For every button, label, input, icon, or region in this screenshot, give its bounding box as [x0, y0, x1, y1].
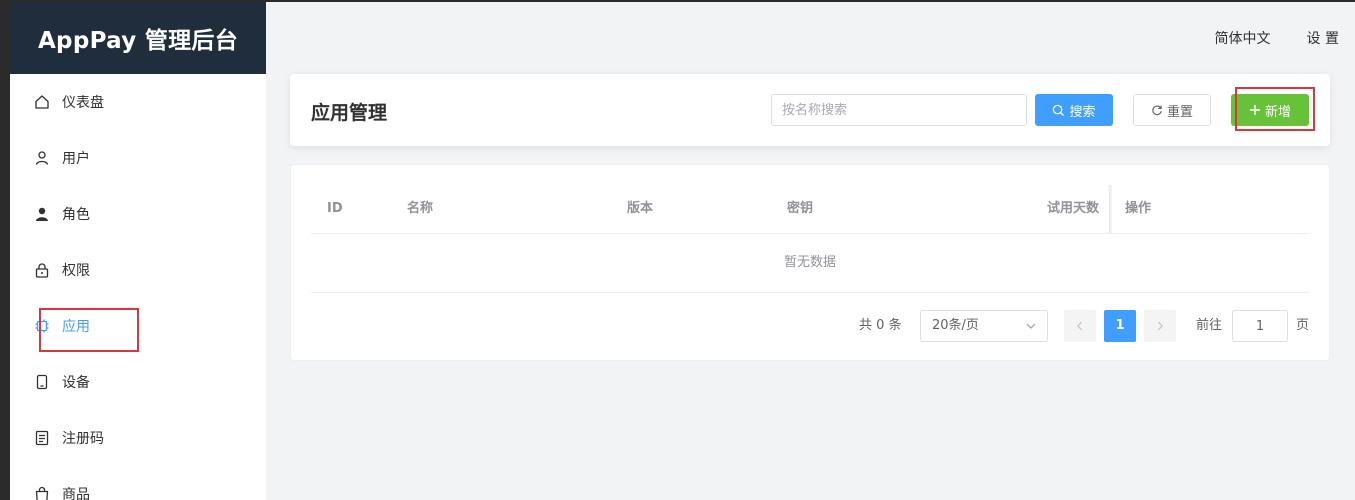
sidebar-item-devices[interactable]: 设备 — [10, 354, 266, 410]
column-header-actions[interactable]: 操作 — [1125, 185, 1151, 233]
chevron-left-icon — [1077, 321, 1082, 331]
sidebar-item-roles[interactable]: 角色 — [10, 186, 266, 242]
sidebar-item-apps[interactable]: 应用 — [10, 298, 266, 354]
topbar: 简体中文 设 置 — [266, 2, 1355, 74]
apps-table-card: ID 名称 版本 密钥 试用天数 操作 暂无数据 共 0 条 20条/页 1 前… — [290, 164, 1330, 361]
goto-unit-label: 页 — [1296, 318, 1310, 333]
sidebar: AppPay 管理后台 仪表盘 用户 角色 权限 应用 设备 注册码 商品 — [10, 2, 266, 500]
column-header-secret[interactable]: 密钥 — [787, 185, 813, 233]
column-header-trial-days[interactable]: 试用天数 — [1047, 185, 1099, 233]
page-header-card: 应用管理 搜索 重置 新增 — [290, 74, 1330, 146]
sidebar-menu: 仪表盘 用户 角色 权限 应用 设备 注册码 商品 — [10, 74, 266, 500]
goto-page-input[interactable] — [1232, 310, 1288, 342]
phone-icon — [34, 374, 50, 390]
reset-button[interactable]: 重置 — [1133, 94, 1211, 126]
refresh-icon — [1151, 104, 1163, 116]
sidebar-item-label: 角色 — [62, 207, 90, 223]
search-button[interactable]: 搜索 — [1035, 94, 1113, 126]
goto-label: 前往 — [1196, 318, 1223, 333]
sidebar-item-label: 商品 — [62, 487, 90, 500]
user-icon — [34, 150, 50, 166]
pagination-total: 共 0 条 — [859, 318, 902, 333]
document-icon — [34, 430, 50, 446]
app-logo-title: AppPay 管理后台 — [10, 2, 266, 74]
sidebar-item-dashboard[interactable]: 仪表盘 — [10, 74, 266, 130]
sidebar-item-label: 权限 — [62, 263, 90, 279]
search-button-label: 搜索 — [1069, 104, 1096, 120]
prev-page-button[interactable] — [1064, 310, 1096, 342]
lock-icon — [34, 262, 50, 278]
chip-icon — [34, 318, 50, 334]
page-size-value: 20条/页 — [932, 318, 979, 333]
chevron-down-icon — [1025, 311, 1037, 353]
chevron-right-icon — [1158, 321, 1163, 331]
search-input[interactable] — [771, 94, 1027, 126]
sidebar-item-products[interactable]: 商品 — [10, 466, 266, 500]
home-icon — [34, 94, 50, 110]
settings-link[interactable]: 设 置 — [1307, 28, 1339, 48]
bag-icon — [34, 486, 50, 500]
page-size-select[interactable]: 20条/页 — [920, 310, 1048, 342]
page-title: 应用管理 — [311, 102, 388, 124]
plus-icon — [1249, 104, 1261, 116]
role-icon — [34, 206, 50, 222]
language-switch[interactable]: 简体中文 — [1215, 28, 1271, 48]
next-page-button[interactable] — [1144, 310, 1176, 342]
sidebar-item-label: 用户 — [62, 151, 90, 167]
reset-button-label: 重置 — [1166, 104, 1193, 120]
app-window: AppPay 管理后台 仪表盘 用户 角色 权限 应用 设备 注册码 商品 简体… — [10, 2, 1355, 500]
sidebar-item-label: 注册码 — [62, 431, 104, 447]
sidebar-item-reg-codes[interactable]: 注册码 — [10, 410, 266, 466]
page-number-current[interactable]: 1 — [1104, 310, 1136, 342]
sidebar-item-permissions[interactable]: 权限 — [10, 242, 266, 298]
sidebar-item-label: 设备 — [62, 375, 90, 391]
column-header-name[interactable]: 名称 — [407, 185, 433, 233]
table-header: ID 名称 版本 密钥 试用天数 操作 — [311, 185, 1309, 234]
search-icon — [1052, 104, 1065, 117]
add-button-label: 新增 — [1264, 104, 1291, 120]
sidebar-item-users[interactable]: 用户 — [10, 130, 266, 186]
pagination: 共 0 条 20条/页 1 前往 页 — [311, 310, 1309, 342]
column-header-version[interactable]: 版本 — [627, 185, 653, 233]
fixed-column-shadow — [1109, 185, 1113, 233]
column-header-id[interactable]: ID — [327, 185, 343, 233]
empty-state-text: 暂无数据 — [311, 234, 1309, 293]
sidebar-item-label: 应用 — [62, 319, 90, 335]
add-button[interactable]: 新增 — [1231, 94, 1309, 126]
sidebar-item-label: 仪表盘 — [62, 95, 104, 111]
